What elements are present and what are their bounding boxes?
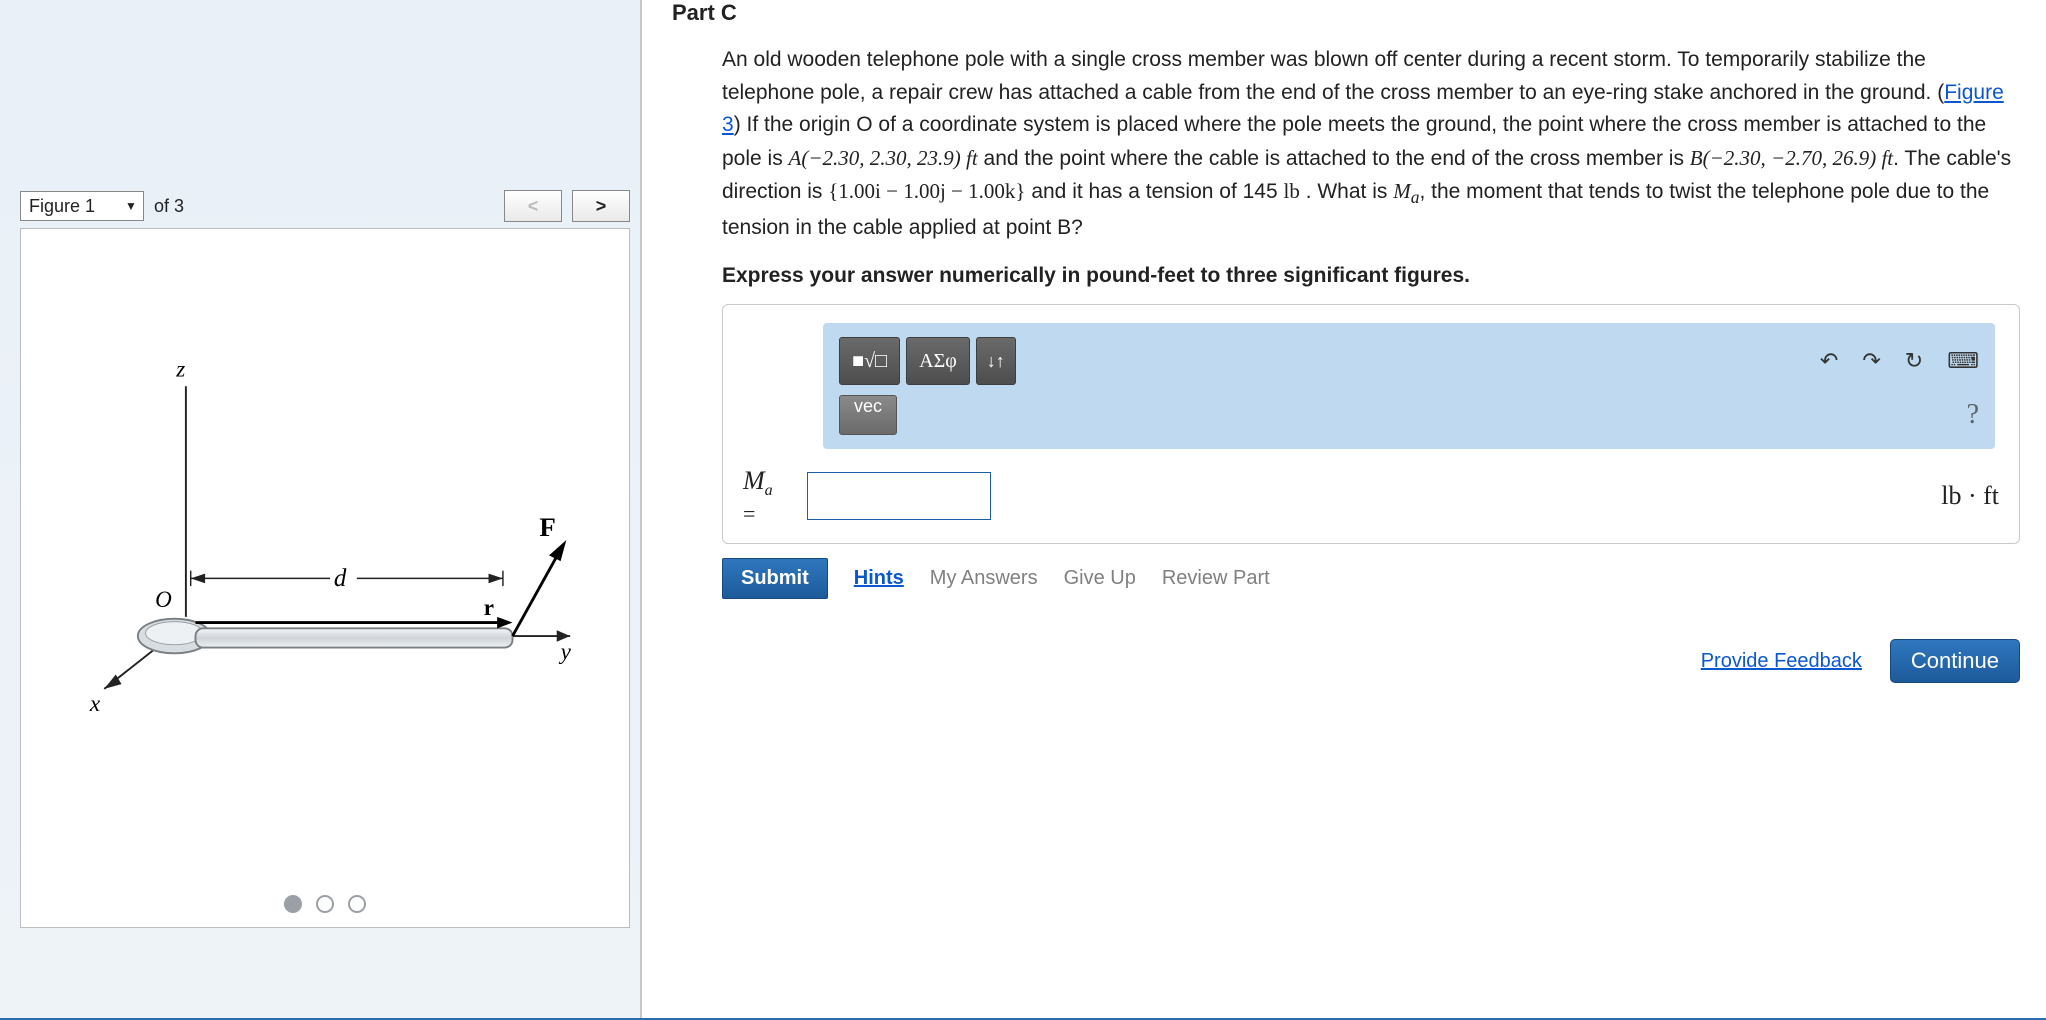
part-title: Part C	[672, 0, 2020, 26]
figure-count-label: of 3	[154, 196, 184, 217]
answer-box: ■√□ ΑΣφ ↓↑ ↶ ↷ ↻ ⌨ vec ?	[722, 304, 2020, 544]
figure-frame: z O x y	[20, 228, 630, 928]
figure-header: Figure 1 ▼ of 3 < >	[10, 190, 640, 228]
greek-icon: ΑΣφ	[919, 350, 957, 373]
hints-link[interactable]: Hints	[854, 567, 904, 590]
tension-unit: lb	[1284, 179, 1300, 203]
problem-text-3: and the point where the cable is attache…	[978, 147, 1690, 170]
Ma-symbol: Ma	[1393, 179, 1419, 203]
answer-variable-label: Ma =	[743, 467, 787, 525]
undo-icon[interactable]: ↶	[1820, 348, 1838, 374]
figure-diagram: z O x y	[61, 339, 599, 837]
redo-icon[interactable]: ↷	[1862, 348, 1880, 374]
figure-next-button[interactable]: >	[572, 190, 630, 222]
pager-dot-2[interactable]	[316, 895, 334, 913]
action-row: Submit Hints My Answers Give Up Review P…	[722, 558, 2020, 599]
provide-feedback-link[interactable]: Provide Feedback	[1701, 650, 1862, 673]
chevron-down-icon: ▼	[125, 199, 137, 213]
force-F-label: F	[539, 512, 555, 542]
point-A: A(−2.30, 2.30, 23.9) ft	[789, 146, 978, 170]
templates-button[interactable]: ■√□	[839, 337, 900, 385]
greek-button[interactable]: ΑΣφ	[906, 337, 970, 385]
figure-pager	[21, 895, 629, 913]
axis-x-label: x	[89, 690, 101, 716]
question-panel: Part C An old wooden telephone pole with…	[640, 0, 2046, 1018]
figure-selector-label: Figure 1	[29, 196, 95, 217]
origin-label: O	[155, 586, 172, 612]
review-part-link[interactable]: Review Part	[1162, 567, 1270, 590]
figure-selector[interactable]: Figure 1 ▼	[20, 191, 144, 221]
updown-icon: ↓↑	[987, 351, 1005, 372]
answer-instruction: Express your answer numerically in pound…	[722, 264, 2020, 288]
vec-button[interactable]: vec	[839, 395, 897, 435]
continue-button[interactable]: Continue	[1890, 639, 2020, 683]
direction-vector: {1.00i − 1.00j − 1.00k}	[828, 179, 1025, 203]
problem-statement: An old wooden telephone pole with a sing…	[722, 44, 2016, 244]
problem-text-5: and it has a tension of 145	[1025, 180, 1283, 203]
chevron-right-icon: >	[596, 196, 607, 217]
equation-toolbar: ■√□ ΑΣφ ↓↑ ↶ ↷ ↻ ⌨ vec ?	[823, 323, 1995, 449]
templates-icon: ■√□	[852, 350, 887, 373]
problem-text-1: An old wooden telephone pole with a sing…	[722, 48, 1944, 104]
pager-dot-3[interactable]	[348, 895, 366, 913]
answer-unit: lb · ft	[1941, 481, 1999, 511]
keyboard-icon[interactable]: ⌨	[1947, 348, 1979, 374]
axis-y-label: y	[559, 638, 572, 664]
reset-icon[interactable]: ↻	[1905, 348, 1923, 374]
sub-sup-button[interactable]: ↓↑	[976, 337, 1016, 385]
footer-row: Provide Feedback Continue	[722, 639, 2020, 683]
chevron-left-icon: <	[528, 196, 539, 217]
point-B: B(−2.30, −2.70, 26.9) ft	[1690, 146, 1893, 170]
axis-z-label: z	[175, 356, 185, 382]
my-answers-link[interactable]: My Answers	[930, 567, 1038, 590]
dimension-d-label: d	[334, 565, 347, 592]
pager-dot-1[interactable]	[284, 895, 302, 913]
figure-prev-button[interactable]: <	[504, 190, 562, 222]
figure-panel: Figure 1 ▼ of 3 < > z O	[0, 0, 640, 1018]
toolbar-help-button[interactable]: ?	[1967, 399, 1979, 431]
vector-r-label: r	[484, 594, 494, 620]
submit-button[interactable]: Submit	[722, 558, 828, 599]
answer-input[interactable]	[807, 472, 991, 520]
problem-text-6: . What is	[1300, 180, 1393, 203]
give-up-link[interactable]: Give Up	[1064, 567, 1136, 590]
